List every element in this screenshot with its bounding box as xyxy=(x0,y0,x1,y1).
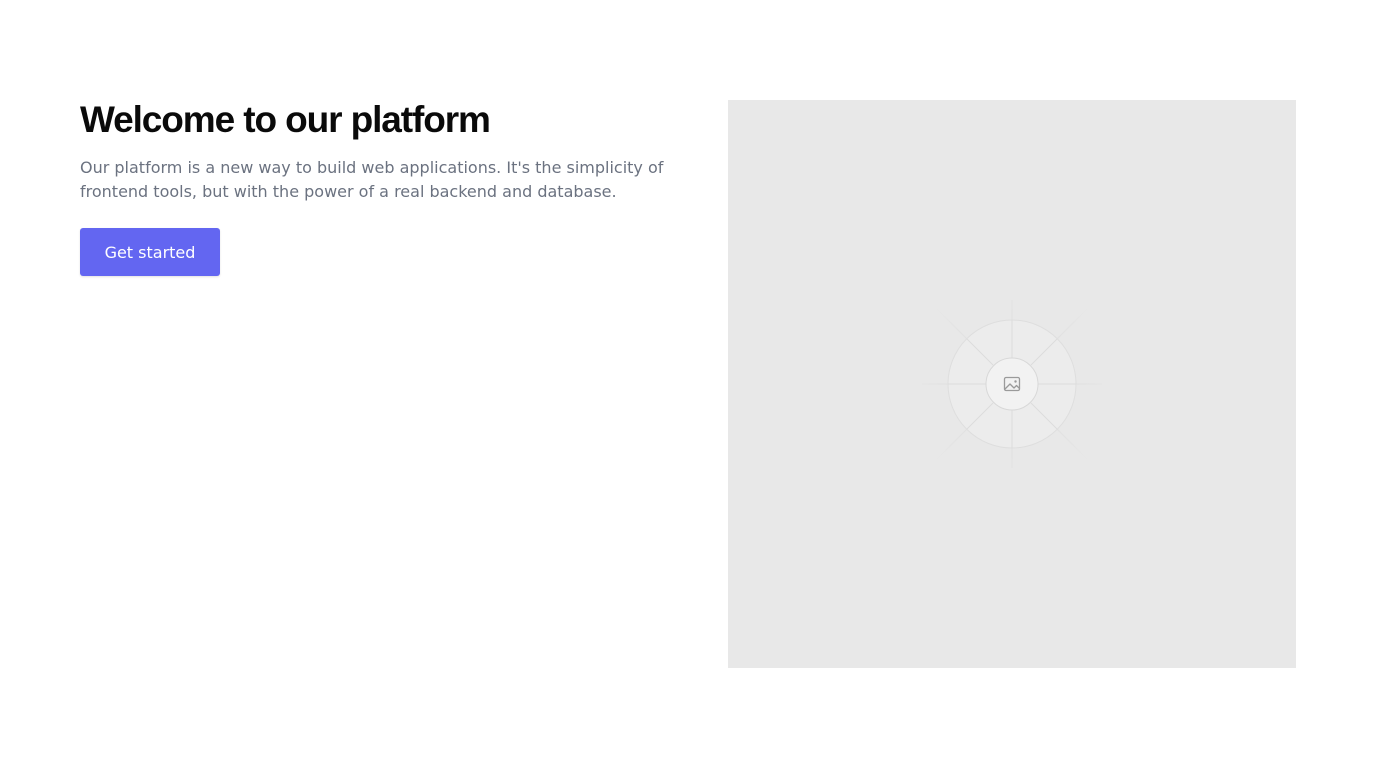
image-placeholder xyxy=(728,100,1296,668)
hero-title: Welcome to our platform xyxy=(80,99,491,140)
inner-circle xyxy=(985,357,1039,411)
hero-section: Welcome to our platform Our platform is … xyxy=(0,0,1376,768)
hero-text-block: Welcome to our platform Our platform is … xyxy=(80,100,680,276)
get-started-button[interactable]: Get started xyxy=(80,228,220,276)
hero-description: Our platform is a new way to build web a… xyxy=(80,158,664,201)
placeholder-burst-graphic xyxy=(922,295,1102,473)
